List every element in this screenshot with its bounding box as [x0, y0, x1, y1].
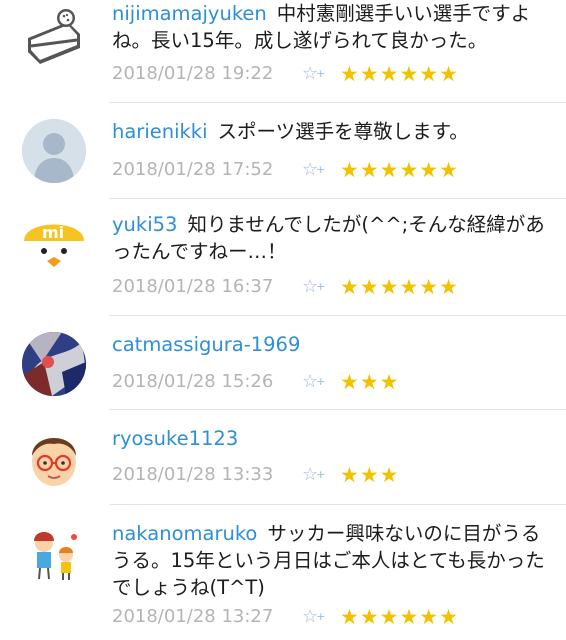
add-star-icon[interactable]: ☆+ [302, 463, 332, 487]
star-rating: ★★★★★★ [340, 605, 459, 629]
add-star-icon[interactable]: ☆+ [302, 370, 332, 394]
comment-item: catmassigura-1969 2018/01/28 15:26 ☆+ ★★… [0, 316, 566, 410]
add-star-icon[interactable]: ☆+ [302, 158, 332, 182]
kids-avatar[interactable] [22, 521, 86, 585]
mi-duck-avatar[interactable]: mi [22, 211, 86, 275]
svg-text:mi: mi [42, 223, 64, 242]
comment-text-block: harienikki スポーツ選手を尊敬します。 [112, 118, 548, 145]
comment-text-block: yuki53 知りませんでしたが(^^;そんな経緯があったんですねー…！ [112, 211, 548, 265]
star-rating: ★★★★★★ [340, 62, 459, 86]
username-link[interactable]: nakanomaruko [112, 522, 257, 545]
add-star-icon[interactable]: ☆+ [302, 62, 332, 86]
comment-text-block: catmassigura-1969 [112, 331, 548, 358]
username-link[interactable]: catmassigura-1969 [112, 333, 300, 356]
glasses-boy-avatar[interactable] [22, 426, 86, 490]
comment-item: nakanomaruko サッカー興味ないのに目がうるうる。15年という月日はご本… [0, 505, 566, 640]
timestamp: 2018/01/28 13:27 [112, 606, 274, 627]
timestamp: 2018/01/28 16:37 [112, 276, 274, 297]
comment-text-block: nakanomaruko サッカー興味ないのに目がうるうる。15年という月日はご本… [112, 520, 548, 601]
add-star-icon[interactable]: ☆+ [302, 275, 332, 299]
comment-text-block: ryosuke1123 [112, 425, 548, 452]
comment-item: harienikki スポーツ選手を尊敬します。 2018/01/28 17:52… [0, 103, 566, 199]
username-link[interactable]: yuki53 [112, 213, 177, 236]
username-link[interactable]: ryosuke1123 [112, 427, 238, 450]
star-rating: ★★★★★★ [340, 275, 459, 299]
username-link[interactable]: harienikki [112, 120, 208, 143]
timestamp: 2018/01/28 15:26 [112, 371, 274, 392]
comment-text-block: nijimamajyuken 中村憲剛選手いい選手ですよね。長い15年。成し遂げら… [112, 0, 548, 54]
star-rating: ★★★★★★ [340, 158, 459, 182]
timestamp: 2018/01/28 19:22 [112, 63, 274, 84]
cake-avatar[interactable] [22, 4, 86, 68]
comment-item: ryosuke1123 2018/01/28 13:33 ☆+ ★★★ [0, 410, 566, 505]
timestamp: 2018/01/28 17:52 [112, 159, 274, 180]
comment-item: mi yuki53 知りませんでしたが(^^;そんな経緯があったんですねー…！ 2… [0, 199, 566, 316]
comment-item: nijimamajyuken 中村憲剛選手いい選手ですよね。長い15年。成し遂げら… [0, 0, 566, 103]
comment-text: スポーツ選手を尊敬します。 [217, 120, 469, 143]
timestamp: 2018/01/28 13:33 [112, 464, 274, 485]
star-rating: ★★★ [340, 463, 400, 487]
photo-avatar[interactable] [22, 332, 86, 396]
default-person-avatar[interactable] [22, 119, 86, 183]
username-link[interactable]: nijimamajyuken [112, 2, 267, 25]
add-star-icon[interactable]: ☆+ [302, 605, 332, 629]
star-rating: ★★★ [340, 370, 400, 394]
